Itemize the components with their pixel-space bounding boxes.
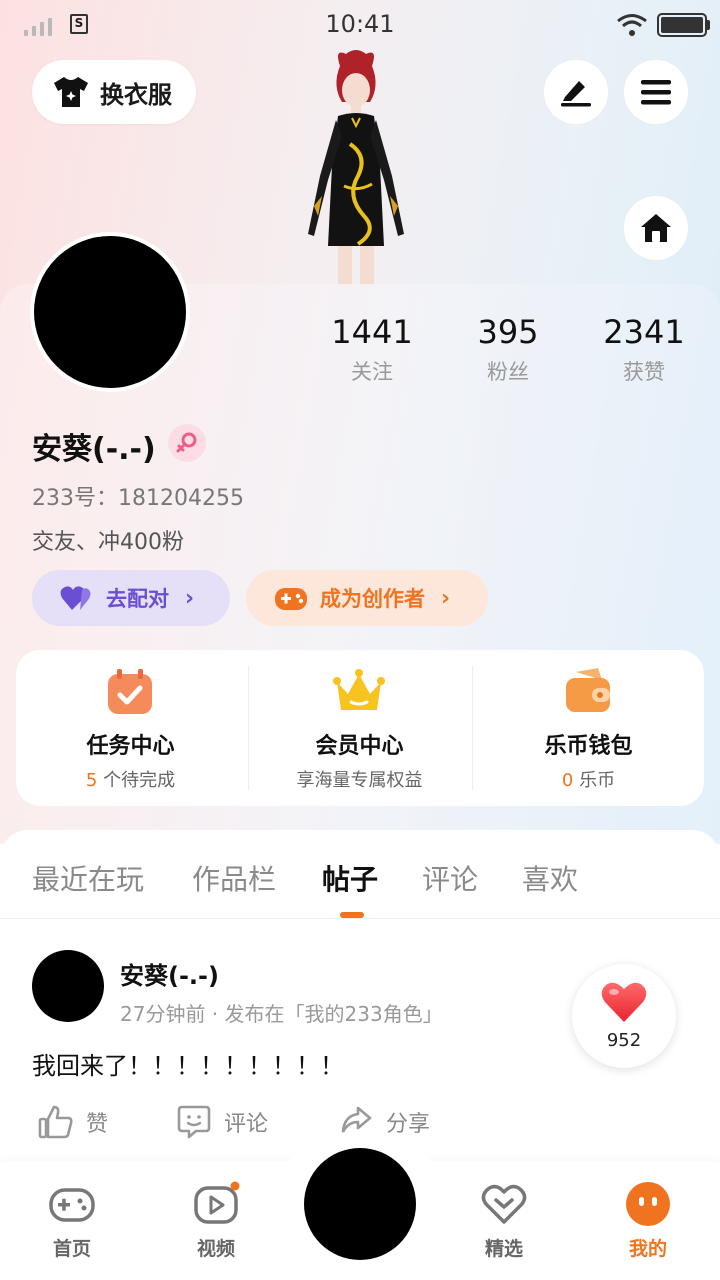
username: 安葵(-.-) <box>32 432 156 467</box>
task-center[interactable]: 任务中心 5 个待完成 <box>16 650 245 806</box>
stat-value: 1441 <box>331 313 413 351</box>
tab-likes[interactable]: 喜欢 <box>522 858 578 898</box>
service-title: 乐币钱包 <box>544 734 633 759</box>
female-icon <box>176 432 197 453</box>
crown-icon <box>333 669 385 710</box>
stat-likes[interactable]: 2341 获赞 <box>574 312 714 386</box>
home-button[interactable] <box>624 196 688 260</box>
battery-tip <box>707 20 710 30</box>
thumbs-up-icon <box>38 1105 73 1139</box>
like-post-button[interactable]: 赞 <box>38 1104 108 1140</box>
battery-icon <box>657 13 707 37</box>
center-action-button[interactable] <box>304 1148 416 1260</box>
edit-profile-button[interactable] <box>544 60 608 124</box>
profile-face-icon <box>626 1182 670 1226</box>
post-meta: 27分钟前 · 发布在「我的233角色」 <box>120 1002 443 1026</box>
tab-comments[interactable]: 评论 <box>422 858 478 898</box>
post-author[interactable]: 安葵(-.-) <box>120 956 219 991</box>
tab-posts[interactable]: 帖子 <box>322 858 378 898</box>
user-bio: 交友、冲400粉 <box>32 530 184 555</box>
pair-button[interactable]: 去配对 › <box>32 570 230 626</box>
like-count: 952 <box>606 1030 642 1051</box>
avatar-character[interactable] <box>288 46 424 286</box>
nav-label: 首页 <box>52 1238 91 1260</box>
chevron-right-icon: › <box>441 585 451 611</box>
heart-icon <box>601 982 647 1022</box>
service-subtitle: 0 乐币 <box>561 770 616 791</box>
pen-icon <box>561 81 591 107</box>
stat-label: 粉丝 <box>487 360 529 384</box>
status-time: 10:41 <box>325 10 395 38</box>
services-panel: 任务中心 5 个待完成 会员中心 享海量专属权益 乐币钱包 0 乐币 <box>16 650 704 806</box>
divider <box>472 666 473 790</box>
become-creator-label: 成为创作者 <box>320 587 425 611</box>
content-tabs: 最近在玩 作品栏 帖子 评论 喜欢 <box>0 828 720 918</box>
chevron-right-icon: › <box>185 585 195 611</box>
change-clothes-label: 换衣服 <box>100 80 172 109</box>
nav-label: 精选 <box>484 1238 523 1260</box>
tshirt-icon <box>54 77 88 107</box>
gamepad-icon <box>49 1188 95 1222</box>
service-title: 会员中心 <box>315 734 404 759</box>
menu-icon <box>641 80 671 105</box>
service-subtitle: 5 个待完成 <box>85 770 176 791</box>
gender-badge <box>168 424 206 462</box>
home-icon <box>641 214 671 242</box>
service-subtitle: 享海量专属权益 <box>296 770 423 791</box>
service-title: 任务中心 <box>86 734 175 759</box>
nav-me[interactable]: 我的 <box>598 1180 698 1261</box>
become-creator-button[interactable]: 成为创作者 › <box>246 570 488 626</box>
nav-featured[interactable]: 精选 <box>454 1180 554 1261</box>
nav-label: 视频 <box>196 1238 235 1260</box>
comment-icon <box>177 1105 211 1139</box>
stat-label: 获赞 <box>623 360 665 384</box>
post-author-avatar[interactable] <box>32 950 104 1022</box>
coin-wallet[interactable]: 乐币钱包 0 乐币 <box>474 650 703 806</box>
nav-video[interactable]: 视频 <box>166 1180 266 1261</box>
stat-value: 2341 <box>603 313 685 351</box>
calendar-check-icon <box>108 669 152 714</box>
video-icon <box>194 1181 240 1224</box>
status-bar: S 10:41 <box>0 0 720 52</box>
comment-post-button[interactable]: 评论 <box>176 1104 268 1140</box>
vip-center[interactable]: 会员中心 享海量专属权益 <box>245 650 474 806</box>
nav-label: 我的 <box>628 1238 667 1260</box>
comment-label: 评论 <box>224 1112 269 1137</box>
stat-label: 关注 <box>351 360 393 384</box>
like-label: 赞 <box>86 1112 109 1137</box>
user-id: 233号：181204255 <box>32 486 244 511</box>
menu-button[interactable] <box>624 60 688 124</box>
stat-following[interactable]: 1441 关注 <box>302 312 442 386</box>
avatar[interactable] <box>30 232 190 392</box>
floating-like-button[interactable]: 952 <box>572 964 676 1068</box>
gamepad-icon <box>275 588 307 610</box>
heart-pair-icon <box>60 586 91 610</box>
tab-works[interactable]: 作品栏 <box>192 858 276 898</box>
post-body[interactable]: 我回来了！！！！！！！！！ <box>32 1046 344 1081</box>
wallet-icon <box>566 668 610 712</box>
stat-value: 395 <box>477 313 539 351</box>
heart-badge-icon <box>481 1184 527 1224</box>
stat-fans[interactable]: 395 粉丝 <box>438 312 578 386</box>
tab-recently-played[interactable]: 最近在玩 <box>32 858 144 898</box>
share-label: 分享 <box>386 1112 431 1137</box>
wifi-icon <box>617 14 647 36</box>
tab-divider <box>0 918 720 919</box>
pair-label: 去配对 <box>106 587 169 611</box>
change-clothes-button[interactable]: 换衣服 <box>32 60 196 124</box>
nav-home[interactable]: 首页 <box>22 1180 122 1261</box>
